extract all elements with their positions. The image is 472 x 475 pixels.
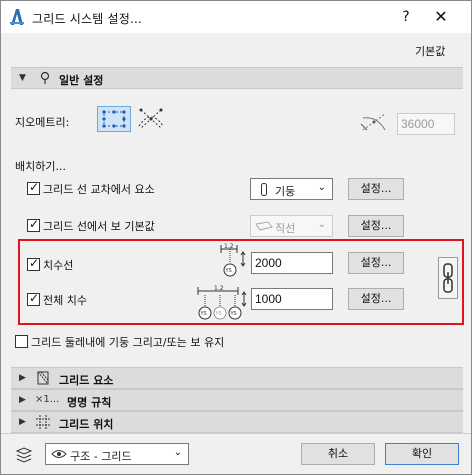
beam-on-lines-checkbox[interactable]: ✓ bbox=[27, 217, 40, 232]
beam-dropdown-value: 직선 bbox=[275, 222, 296, 235]
chain-link-icon bbox=[443, 263, 453, 293]
radial-grid-icon bbox=[138, 108, 164, 129]
archicad-logo-icon bbox=[10, 9, 24, 25]
close-button[interactable]: ✕ bbox=[431, 7, 451, 27]
keep-within-label: 그리드 둘레내에 기둥 그리고/또는 보 유지 bbox=[31, 336, 225, 349]
layer-value: 구조 - 그리드 bbox=[70, 450, 132, 463]
geometry-label: 지오메트리: bbox=[15, 116, 70, 129]
naming-rules-header[interactable]: ▶ ×1... 명명 규칙 bbox=[11, 389, 463, 411]
overall-dimension-checkbox[interactable]: ✓ bbox=[27, 291, 40, 306]
overall-dimension-icon: 1.2 YS YS YS bbox=[197, 285, 247, 320]
dimension-lines-settings-button[interactable]: 설정... bbox=[348, 252, 404, 274]
ys-label: YS bbox=[215, 311, 222, 317]
angle-icon bbox=[360, 113, 386, 131]
column-tool-dropdown[interactable]: 기둥 ⌄ bbox=[250, 178, 333, 200]
column-at-intersection-checkbox[interactable]: ✓ bbox=[27, 180, 40, 195]
grid-position-label: 그리드 위치 bbox=[59, 418, 114, 431]
overall-dimension-settings-button[interactable]: 설정... bbox=[348, 288, 404, 310]
ys-label: YS bbox=[200, 311, 207, 317]
grid-position-header[interactable]: ▶ 그리드 위치 bbox=[11, 411, 463, 433]
favorites-button[interactable]: 기본값 bbox=[415, 43, 445, 59]
column-at-intersection-label: 그리드 선 교차에서 요소 bbox=[43, 183, 155, 196]
beam-on-lines-label: 그리드 선에서 보 기본값 bbox=[43, 220, 155, 233]
window-title: 그리드 시스템 설정... bbox=[32, 12, 142, 26]
geometry-rect-option[interactable] bbox=[97, 106, 131, 132]
eye-icon bbox=[51, 450, 67, 458]
dimension-lines-checkbox[interactable]: ✓ bbox=[27, 256, 40, 271]
footer-bar: 구조 - 그리드 ⌄ 취소 확인 bbox=[1, 433, 471, 474]
naming-rules-label: 명명 규칙 bbox=[67, 396, 112, 409]
grid-position-icon bbox=[36, 415, 50, 429]
cancel-button[interactable]: 취소 bbox=[301, 443, 375, 465]
general-settings-label: 일반 설정 bbox=[59, 74, 104, 87]
dimension-lines-label: 치수선 bbox=[43, 259, 74, 272]
pin-icon bbox=[40, 71, 50, 84]
dimension-lines-value-field[interactable]: 2000 bbox=[251, 252, 333, 274]
title-bar: 그리드 시스템 설정... ? ✕ bbox=[1, 1, 471, 33]
grid-elements-header[interactable]: ▶ 그리드 요소 bbox=[11, 367, 463, 389]
geometry-radial-option[interactable] bbox=[135, 106, 169, 132]
help-button[interactable]: ? bbox=[396, 7, 416, 27]
overall-dimension-label: 전체 치수 bbox=[43, 294, 87, 307]
placement-label: 배치하기... bbox=[15, 160, 66, 173]
grid-elements-icon bbox=[37, 371, 49, 385]
column-icon bbox=[261, 183, 267, 196]
layer-dropdown[interactable]: 구조 - 그리드 ⌄ bbox=[45, 443, 189, 465]
chevron-down-icon: ⌄ bbox=[317, 182, 326, 193]
ys-label: YS bbox=[230, 311, 237, 317]
naming-icon: ×1... bbox=[35, 394, 60, 405]
geometry-value-field[interactable]: 36000 bbox=[397, 113, 455, 135]
tick-label: 1.2 bbox=[214, 285, 224, 292]
dimension-line-icon: 1.2 YS bbox=[220, 243, 246, 277]
chevron-down-icon: ⌄ bbox=[173, 447, 182, 458]
beam-tool-dropdown[interactable]: 직선 ⌄ bbox=[250, 215, 333, 237]
ys-label: YS bbox=[225, 268, 232, 274]
column-dropdown-value: 기둥 bbox=[275, 185, 296, 198]
ok-button[interactable]: 확인 bbox=[385, 443, 459, 465]
keep-within-checkbox[interactable] bbox=[15, 335, 28, 348]
general-settings-header[interactable]: ▼ 일반 설정 bbox=[11, 67, 463, 89]
grid-elements-label: 그리드 요소 bbox=[59, 374, 114, 387]
layers-icon bbox=[15, 447, 33, 463]
overall-dimension-value-field[interactable]: 1000 bbox=[251, 288, 333, 310]
link-chain-button[interactable] bbox=[438, 257, 458, 299]
column-settings-button[interactable]: 설정... bbox=[348, 178, 404, 200]
beam-icon bbox=[255, 221, 273, 231]
tick-label: 1.2 bbox=[224, 243, 234, 250]
expand-triangle-icon: ▼ bbox=[19, 73, 26, 83]
grid-settings-dialog: 그리드 시스템 설정... ? ✕ 기본값 ▼ 일반 설정 지오메트리: 360… bbox=[0, 0, 472, 475]
beam-settings-button[interactable]: 설정... bbox=[348, 215, 404, 237]
expand-triangle-icon: ▶ bbox=[19, 395, 26, 405]
expand-triangle-icon: ▶ bbox=[19, 417, 26, 427]
rectangular-grid-icon bbox=[102, 110, 126, 128]
expand-triangle-icon: ▶ bbox=[19, 373, 26, 383]
chevron-down-icon: ⌄ bbox=[317, 219, 326, 230]
